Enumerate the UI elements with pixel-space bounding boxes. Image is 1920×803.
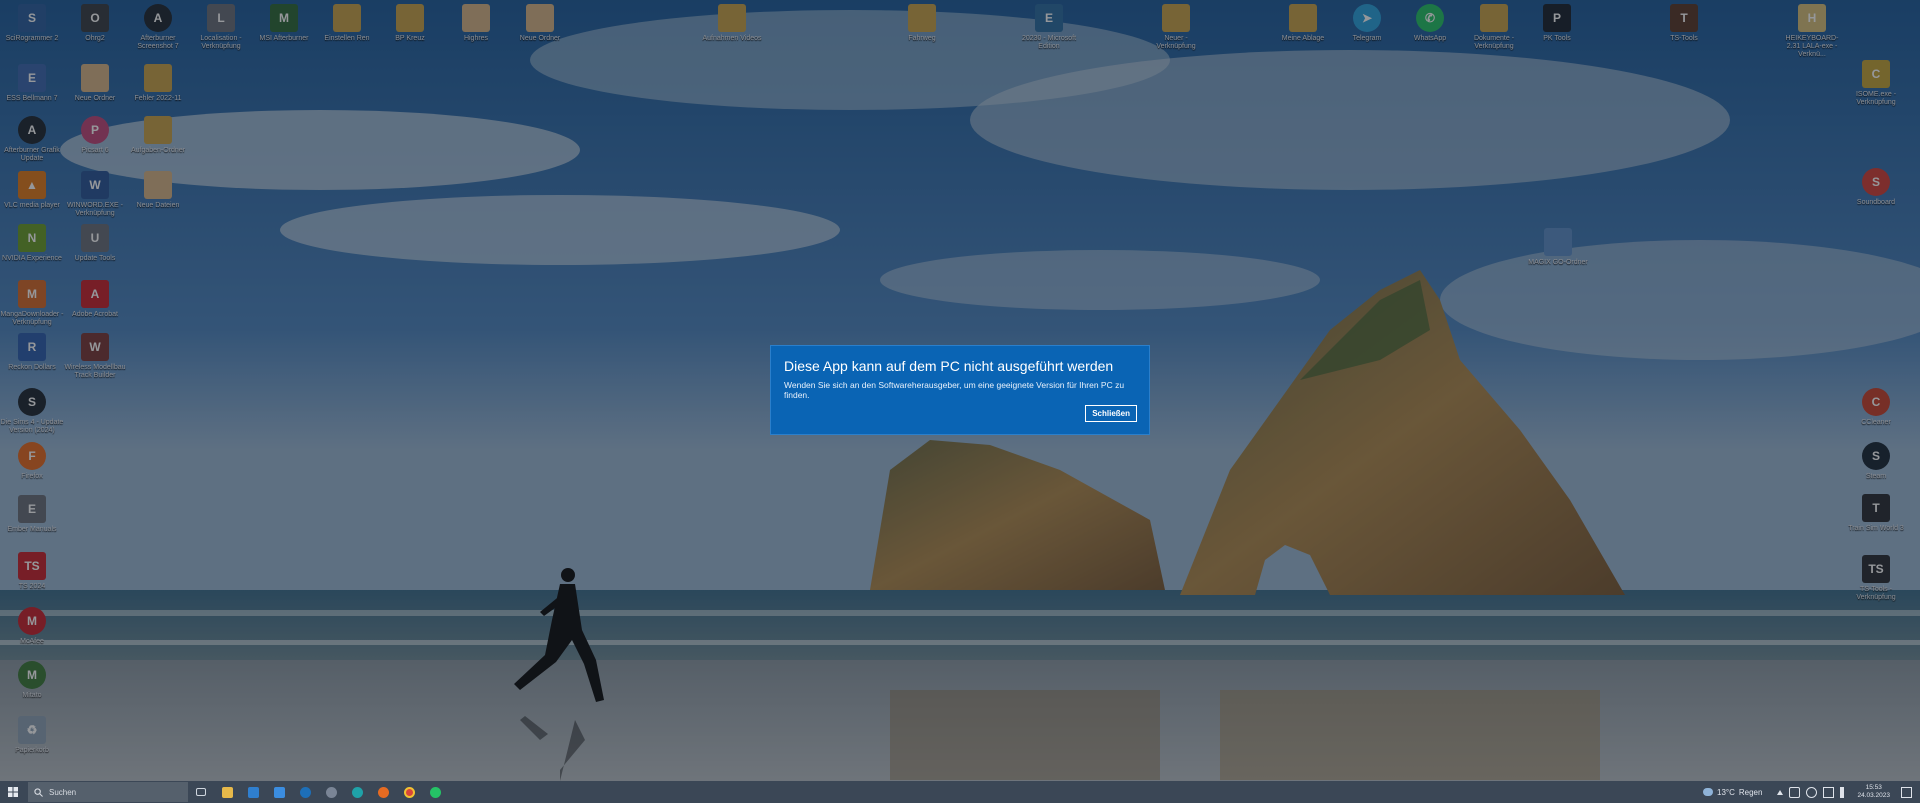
cloud-icon[interactable] bbox=[1806, 786, 1818, 798]
app-icon bbox=[325, 786, 337, 798]
network-icon[interactable] bbox=[1823, 786, 1835, 798]
taskbar-file-explorer[interactable] bbox=[214, 781, 240, 803]
rain-cloud-icon bbox=[1703, 788, 1713, 796]
taskbar-search[interactable]: Suchen bbox=[28, 782, 188, 802]
taskbar-clock[interactable]: 15:53 24.03.2023 bbox=[1857, 784, 1890, 800]
clock-date: 24.03.2023 bbox=[1857, 792, 1890, 799]
notification-icon[interactable] bbox=[1901, 786, 1912, 798]
weather-condition: Regen bbox=[1738, 787, 1763, 797]
store-icon bbox=[273, 786, 285, 798]
weather-widget[interactable]: 13°C Regen bbox=[1703, 788, 1762, 797]
task-view-icon bbox=[196, 788, 206, 796]
file-explorer-icon bbox=[221, 786, 233, 798]
close-button[interactable]: Schließen bbox=[1085, 405, 1137, 422]
taskbar-chrome[interactable] bbox=[396, 781, 422, 803]
taskbar-edge[interactable] bbox=[344, 781, 370, 803]
search-placeholder: Suchen bbox=[49, 787, 77, 797]
app-incompatible-dialog: Diese App kann auf dem PC nicht ausgefüh… bbox=[770, 345, 1150, 435]
chrome-icon bbox=[403, 786, 415, 798]
dialog-message: Wenden Sie sich an den Softwareherausgeb… bbox=[784, 380, 1125, 400]
edge-icon bbox=[351, 786, 363, 798]
clock-time: 15:53 bbox=[1865, 784, 1882, 791]
task-view-button[interactable] bbox=[188, 781, 214, 803]
firefox-icon bbox=[377, 786, 389, 798]
weather-temperature: 13°C bbox=[1717, 787, 1735, 797]
app-icon bbox=[299, 786, 311, 798]
mail-icon bbox=[247, 786, 259, 798]
chevron-up-icon[interactable] bbox=[1777, 789, 1784, 795]
taskbar-app[interactable] bbox=[318, 781, 344, 803]
volume-icon[interactable] bbox=[1840, 786, 1846, 798]
search-icon bbox=[34, 787, 43, 797]
taskbar-whatsapp[interactable] bbox=[422, 781, 448, 803]
battery-icon[interactable] bbox=[1789, 786, 1801, 798]
dialog-title: Diese App kann auf dem PC nicht ausgefüh… bbox=[784, 358, 1114, 374]
taskbar-app[interactable] bbox=[292, 781, 318, 803]
windows-icon bbox=[8, 787, 18, 797]
whatsapp-icon bbox=[429, 786, 441, 798]
taskbar-firefox[interactable] bbox=[370, 781, 396, 803]
taskbar-store[interactable] bbox=[266, 781, 292, 803]
system-tray: 13°C Regen 15:53 24.03.2023 bbox=[1703, 784, 1920, 800]
taskbar: Suchen 13°C Regen 15:53 24.03.2023 bbox=[0, 781, 1920, 803]
start-button[interactable] bbox=[0, 781, 26, 803]
taskbar-mail[interactable] bbox=[240, 781, 266, 803]
